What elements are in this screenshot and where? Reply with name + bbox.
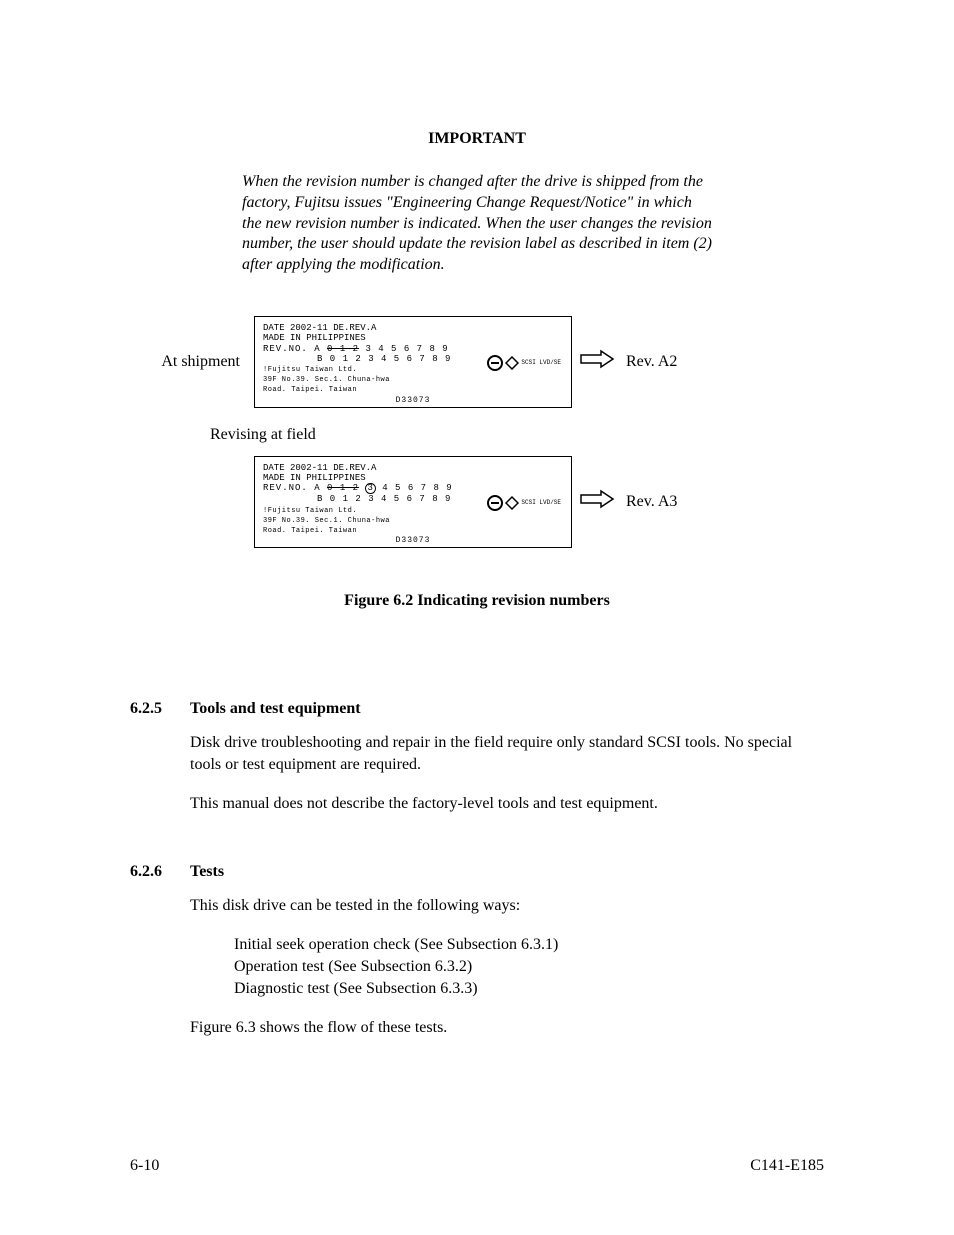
section-num-625: 6.2.5 xyxy=(130,700,190,718)
label-row-a: REV.NO. A 0 1 2 3 4 5 6 7 8 9 xyxy=(263,344,563,354)
scsi-mark-text: SCSI LVD/SE xyxy=(521,360,561,366)
row-a-rest: 4 5 6 7 8 9 xyxy=(372,344,449,354)
para-626-1: This disk drive can be tested in the fol… xyxy=(190,895,824,917)
para-626-2: Figure 6.3 shows the flow of these tests… xyxy=(190,1017,824,1039)
struck-012-b: 0 1 2 xyxy=(327,483,359,493)
diamond-icon xyxy=(505,496,519,510)
circled-3: 3 xyxy=(365,483,375,494)
label-addr-2: 39F No.39. Sec.1. Chuna-hwa xyxy=(263,376,563,384)
figure-caption: Figure 6.2 Indicating revision numbers xyxy=(130,592,824,610)
label-line-1: DATE 2002-11 DE.REV.A xyxy=(263,323,563,333)
para-625-1: Disk drive troubleshooting and repair in… xyxy=(190,732,824,775)
footer-doc-id: C141-E185 xyxy=(750,1157,824,1175)
rev-a2-label: Rev. A2 xyxy=(622,353,677,371)
label-row-a-b: REV.NO. A 0 1 2 3 4 5 6 7 8 9 xyxy=(263,483,563,494)
important-heading: IMPORTANT xyxy=(130,130,824,148)
document-page: IMPORTANT When the revision number is ch… xyxy=(0,0,954,1235)
revision-label-box-1: DATE 2002-11 DE.REV.A MADE IN PHILIPPINE… xyxy=(254,316,572,408)
test-list: Initial seek operation check (See Subsec… xyxy=(234,934,824,999)
section-626-header: 6.2.6 Tests xyxy=(130,863,824,881)
arrow-2 xyxy=(572,489,622,514)
diamond-icon xyxy=(505,356,519,370)
label-bottom-code-b: D33073 xyxy=(263,536,563,545)
circle-dash-icon xyxy=(487,495,503,511)
label-line-2b: MADE IN PHILIPPINES xyxy=(263,473,563,483)
label-line-2: MADE IN PHILIPPINES xyxy=(263,333,563,343)
struck-012: 0 1 2 xyxy=(327,344,359,354)
figure-row-field: DATE 2002-11 DE.REV.A MADE IN PHILIPPINE… xyxy=(130,456,824,548)
compliance-marks: SCSI LVD/SE xyxy=(487,355,561,371)
figure-row-shipment: At shipment DATE 2002-11 DE.REV.A MADE I… xyxy=(130,316,824,408)
label-bottom-code: D33073 xyxy=(263,396,563,405)
rev-prefix: REV.NO. A xyxy=(263,344,327,354)
rev-prefix-b: REV.NO. A xyxy=(263,483,327,493)
section-625-header: 6.2.5 Tools and test equipment xyxy=(130,700,824,718)
arrow-right-icon xyxy=(579,349,615,369)
scsi-mark-text-b: SCSI LVD/SE xyxy=(521,500,561,506)
list-item: Operation test (See Subsection 6.3.2) xyxy=(234,956,824,978)
section-num-626: 6.2.6 xyxy=(130,863,190,881)
rev-a3-label: Rev. A3 xyxy=(622,493,677,511)
label-addr-3b: Road. Taipei. Taiwan xyxy=(263,527,563,535)
revision-label-box-2: DATE 2002-11 DE.REV.A MADE IN PHILIPPINE… xyxy=(254,456,572,548)
list-item: Diagnostic test (See Subsection 6.3.3) xyxy=(234,978,824,1000)
label-line-1b: DATE 2002-11 DE.REV.A xyxy=(263,463,563,473)
footer-page-num: 6-10 xyxy=(130,1157,159,1175)
row-a-rest-b: 4 5 6 7 8 9 xyxy=(376,483,453,493)
figure-6-2: At shipment DATE 2002-11 DE.REV.A MADE I… xyxy=(130,316,824,610)
section-title-626: Tests xyxy=(190,863,224,881)
circle-dash-icon xyxy=(487,355,503,371)
at-shipment-label: At shipment xyxy=(130,353,254,371)
page-footer: 6-10 C141-E185 xyxy=(130,1157,824,1175)
important-text: When the revision number is changed afte… xyxy=(242,172,712,276)
compliance-marks-b: SCSI LVD/SE xyxy=(487,495,561,511)
para-625-2: This manual does not describe the factor… xyxy=(190,793,824,815)
label-addr-3: Road. Taipei. Taiwan xyxy=(263,386,563,394)
list-item: Initial seek operation check (See Subsec… xyxy=(234,934,824,956)
arrow-right-icon xyxy=(579,489,615,509)
label-addr-2b: 39F No.39. Sec.1. Chuna-hwa xyxy=(263,517,563,525)
section-title-625: Tools and test equipment xyxy=(190,700,361,718)
revising-at-field-label: Revising at field xyxy=(210,426,824,444)
arrow-1 xyxy=(572,349,622,374)
